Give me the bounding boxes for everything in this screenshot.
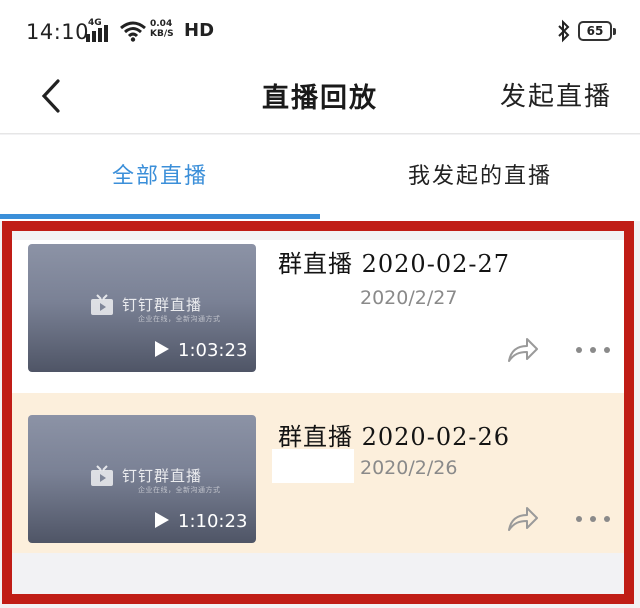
- network-speed: 0.04 KB/S: [150, 19, 174, 39]
- tab-my-live[interactable]: 我发起的直播: [320, 135, 640, 221]
- tab-bar: 全部直播 我发起的直播: [0, 135, 640, 221]
- status-time: 14:10: [26, 20, 90, 44]
- nav-bar: 直播回放 发起直播: [0, 64, 640, 134]
- status-bar: 14:10 4G 0.04 KB/S HD 65: [0, 0, 640, 64]
- network-type-label: 4G: [88, 18, 102, 28]
- cellular-signal-icon: 4G: [86, 18, 108, 42]
- bluetooth-icon: [558, 19, 570, 43]
- highlight-frame: [2, 221, 634, 604]
- wifi-icon: [120, 21, 146, 42]
- hd-indicator: HD: [184, 20, 215, 41]
- start-live-button[interactable]: 发起直播: [500, 76, 612, 113]
- active-tab-indicator: [0, 214, 320, 219]
- battery-indicator: 65: [578, 21, 616, 41]
- tab-all-live[interactable]: 全部直播: [0, 135, 320, 221]
